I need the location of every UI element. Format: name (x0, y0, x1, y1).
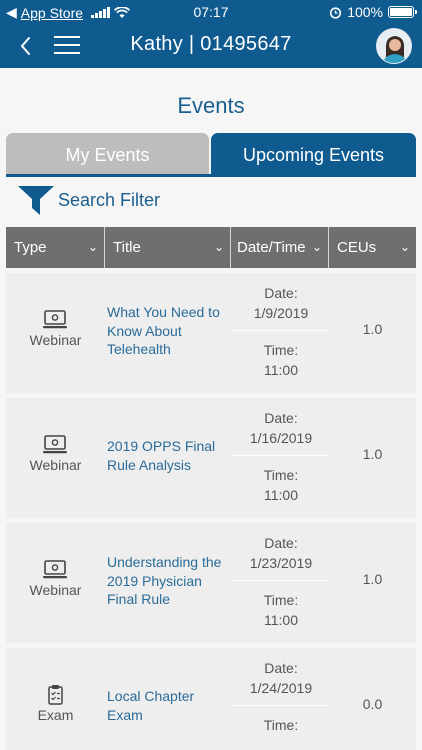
row-type: Webinar (6, 273, 105, 393)
row-type-label: Exam (37, 707, 74, 723)
webinar-icon (43, 560, 67, 579)
column-label: CEUs (337, 239, 377, 256)
table-row[interactable]: Webinar Understanding the 2019 Physician… (6, 523, 416, 643)
exam-clipboard-icon (48, 685, 63, 705)
user-avatar-icon (377, 29, 411, 63)
search-filter-button[interactable]: Search Filter (16, 183, 160, 217)
column-header-ceus[interactable]: CEUs ⌄ (329, 227, 416, 268)
alarm-icon (330, 6, 342, 19)
battery-icon (388, 6, 417, 18)
row-time: Time: (231, 715, 331, 735)
date-time-divider (231, 330, 329, 331)
date-time-divider (231, 455, 329, 456)
column-header-title[interactable]: Title ⌄ (105, 227, 231, 268)
table-row[interactable]: Webinar What You Need to Know About Tele… (6, 273, 416, 393)
date-value: 1/9/2019 (253, 305, 309, 321)
row-ceus: 1.0 (362, 446, 383, 462)
row-time: Time: 11:00 (231, 590, 331, 630)
event-title-link[interactable]: Understanding the 2019 Physician Final R… (107, 553, 231, 609)
date-label: Date: (264, 535, 298, 551)
time-label: Time: (263, 717, 299, 733)
date-label: Date: (264, 285, 298, 301)
event-title-link[interactable]: Local Chapter Exam (107, 687, 231, 724)
date-time-divider (231, 580, 329, 581)
tab-my-events[interactable]: My Events (6, 133, 209, 175)
column-label: Type (14, 239, 47, 256)
date-value: 1/24/2019 (249, 680, 313, 696)
page-title: Events (177, 93, 245, 118)
row-date: Date: 1/24/2019 (231, 658, 331, 698)
row-type: Webinar (6, 523, 105, 643)
date-time-divider (231, 705, 329, 706)
row-type-label: Webinar (29, 332, 82, 348)
row-type-label: Webinar (29, 457, 82, 473)
time-value: 11:00 (264, 487, 298, 503)
webinar-icon (43, 310, 67, 329)
row-date: Date: 1/16/2019 (231, 408, 331, 448)
row-time: Time: 11:00 (231, 465, 331, 505)
table-row[interactable]: Exam Local Chapter Exam Date: 1/24/2019 … (6, 648, 416, 750)
date-value: 1/23/2019 (249, 555, 313, 571)
date-value: 1/16/2019 (249, 430, 313, 446)
row-time: Time: 11:00 (231, 340, 331, 380)
column-header-date-time[interactable]: Date/Time ⌄ (231, 227, 329, 268)
tab-upcoming-events[interactable]: Upcoming Events (211, 133, 416, 175)
table-header: Type ⌄ Title ⌄ Date/Time ⌄ CEUs ⌄ (6, 227, 416, 268)
status-right: 100% (329, 4, 417, 20)
column-label: Date/Time (237, 239, 306, 256)
row-type-label: Webinar (29, 582, 82, 598)
table-row[interactable]: Webinar 2019 OPPS Final Rule Analysis Da… (6, 398, 416, 518)
event-title-link[interactable]: What You Need to Know About Telehealth (107, 303, 231, 359)
row-date: Date: 1/23/2019 (231, 533, 331, 573)
chevron-down-icon: ⌄ (311, 240, 322, 254)
tab-underline (6, 174, 416, 177)
tab-bar: My Events Upcoming Events (6, 133, 416, 175)
chevron-down-icon: ⌄ (213, 240, 224, 254)
avatar[interactable] (376, 28, 412, 64)
time-value: 11:00 (264, 362, 298, 378)
row-ceus: 0.0 (362, 696, 383, 712)
column-label: Title (113, 239, 141, 256)
row-type: Webinar (6, 398, 105, 518)
column-header-type[interactable]: Type ⌄ (6, 227, 105, 268)
row-type: Exam (6, 648, 105, 750)
date-label: Date: (264, 660, 298, 676)
search-filter-label: Search Filter (58, 189, 161, 210)
event-title-link[interactable]: 2019 OPPS Final Rule Analysis (107, 437, 231, 474)
time-label: Time: (263, 592, 299, 608)
time-value: 11:00 (264, 612, 298, 628)
status-bar: ◀ App Store 07:17 100% (0, 0, 422, 24)
time-label: Time: (263, 467, 299, 483)
date-label: Date: (264, 410, 298, 426)
battery-percent: 100% (347, 4, 383, 20)
nav-title: Kathy | 01495647 (130, 33, 292, 55)
chevron-down-icon: ⌄ (399, 240, 410, 254)
funnel-filter-icon (18, 186, 54, 215)
time-label: Time: (263, 342, 299, 358)
nav-bar: Kathy | 01495647 (0, 24, 422, 68)
row-ceus: 1.0 (362, 321, 383, 337)
row-date: Date: 1/9/2019 (231, 283, 331, 323)
row-ceus: 1.0 (362, 571, 383, 587)
webinar-icon (43, 435, 67, 454)
chevron-down-icon: ⌄ (87, 240, 98, 254)
